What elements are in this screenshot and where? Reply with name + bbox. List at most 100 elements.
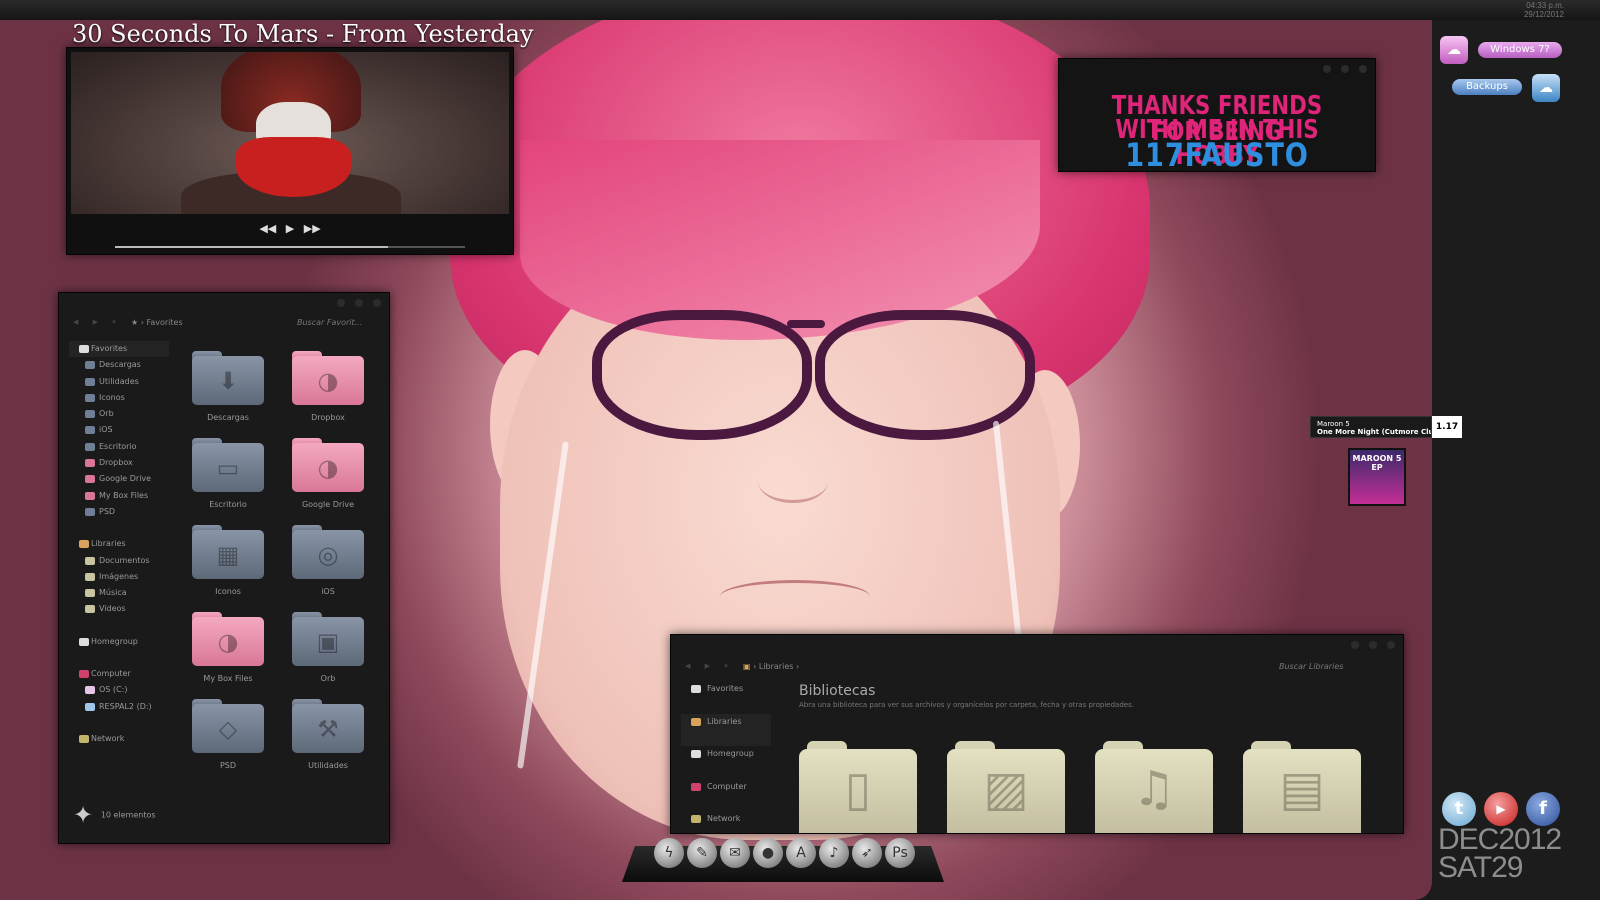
- windows-button[interactable]: Windows 7?: [1478, 42, 1562, 58]
- maximize-icon[interactable]: [1341, 65, 1349, 73]
- maximize-icon[interactable]: [355, 299, 363, 307]
- address-bar[interactable]: ◀ ▶ ▾ ★ › Favorites Buscar Favorit...: [69, 315, 379, 331]
- sidebar-item-libraries[interactable]: Libraries: [69, 536, 169, 552]
- sidebar-item[interactable]: Dropbox: [69, 455, 169, 471]
- house-icon: [691, 750, 701, 758]
- sidebar-item[interactable]: Utilidades: [69, 374, 169, 390]
- picture-icon: ▨: [983, 761, 1029, 817]
- sidebar-item[interactable]: PSD: [69, 504, 169, 520]
- sidebar-item-libraries[interactable]: Libraries: [681, 713, 771, 746]
- play-icon[interactable]: ▶: [286, 222, 294, 235]
- address-path[interactable]: ▣ › Libraries ›: [743, 662, 799, 671]
- banner-author: 117FAUSTO: [1125, 136, 1309, 174]
- album-art[interactable]: MAROON 5 EP: [1348, 448, 1406, 506]
- now-playing-track: One More Night (Cutmore Club: [1317, 428, 1432, 436]
- folder-ios[interactable]: ◎ iOS: [283, 525, 373, 605]
- nav-arrows-icon[interactable]: ◀ ▶ ▾: [73, 318, 122, 326]
- folder-my-box-files[interactable]: ◑ My Box Files: [183, 612, 273, 692]
- search-input[interactable]: Buscar Favorit...: [297, 315, 379, 331]
- folder-icon: ⚒: [292, 699, 364, 753]
- close-icon[interactable]: [373, 299, 381, 307]
- library-icon: ▣: [743, 662, 751, 671]
- minimize-icon[interactable]: [1351, 641, 1359, 649]
- seek-bar[interactable]: [115, 246, 465, 248]
- sidebar-item[interactable]: Videos: [69, 601, 169, 617]
- folder-escritorio[interactable]: ▭ Escritorio: [183, 438, 273, 518]
- mail-icon[interactable]: ✉: [720, 838, 750, 868]
- sidebar-item[interactable]: Descargas: [69, 357, 169, 373]
- sidebar-item[interactable]: Música: [69, 585, 169, 601]
- swirl-icon: ◑: [317, 454, 339, 482]
- lightning-icon[interactable]: ϟ: [654, 838, 684, 868]
- sidebar-item[interactable]: My Box Files: [69, 488, 169, 504]
- folder-icon: [85, 556, 95, 565]
- house-icon: [79, 637, 89, 646]
- seek-bar-fill: [115, 246, 388, 248]
- sidebar-item[interactable]: Google Drive: [69, 471, 169, 487]
- library-documents[interactable]: ▯: [799, 741, 917, 833]
- photoshop-icon[interactable]: Ps: [885, 838, 915, 868]
- network-icon: [79, 734, 89, 743]
- search-input[interactable]: Buscar Libraries: [1279, 659, 1389, 675]
- video-frame[interactable]: [71, 52, 509, 214]
- sidebar-item[interactable]: Imágenes: [69, 569, 169, 585]
- right-panel: [1432, 20, 1600, 900]
- maximize-icon[interactable]: [1369, 641, 1377, 649]
- cloud-icon[interactable]: ☁: [1440, 36, 1468, 64]
- explorer-favorites-window: ◀ ▶ ▾ ★ › Favorites Buscar Favorit... Fa…: [58, 292, 390, 844]
- facebook-icon[interactable]: f: [1526, 792, 1560, 826]
- folder-descargas[interactable]: ⬇ Descargas: [183, 351, 273, 431]
- sidebar-item-favorites[interactable]: Favorites: [681, 681, 771, 714]
- star-icon: [691, 685, 701, 693]
- rocket-icon[interactable]: ➶: [852, 838, 882, 868]
- folder-dropbox[interactable]: ◑ Dropbox: [283, 351, 373, 431]
- youtube-icon[interactable]: ▶: [1484, 792, 1518, 826]
- system-clock[interactable]: 04:33 p.m. 29/12/2012: [1524, 1, 1564, 19]
- now-playing[interactable]: Maroon 5 One More Night (Cutmore Club: [1310, 416, 1432, 438]
- rewind-icon[interactable]: ◀◀: [259, 222, 276, 235]
- sidebar-item[interactable]: Orb: [69, 406, 169, 422]
- pen-icon[interactable]: ✎: [687, 838, 717, 868]
- sidebar-item-network[interactable]: Network: [69, 731, 169, 747]
- sidebar-item-favorites[interactable]: Favorites: [69, 341, 169, 358]
- clock-time: 04:33 p.m.: [1526, 1, 1564, 10]
- folder-iconos[interactable]: ▦ Iconos: [183, 525, 273, 605]
- folder-utilidades[interactable]: ⚒ Utilidades: [283, 699, 373, 779]
- wallpaper-glasses-right: [815, 310, 1035, 440]
- folder-psd[interactable]: ◇ PSD: [183, 699, 273, 779]
- sidebar-item-homegroup[interactable]: Homegroup: [681, 746, 771, 779]
- sidebar-item-computer[interactable]: Computer: [69, 666, 169, 682]
- folder-icon: [85, 572, 95, 581]
- library-music[interactable]: ♫: [1095, 741, 1213, 833]
- computer-icon: [79, 670, 89, 679]
- sidebar-item[interactable]: iOS: [69, 422, 169, 438]
- navigation-pane: Favorites Descargas Utilidades Iconos Or…: [69, 341, 169, 747]
- swirl-icon: ◑: [317, 367, 339, 395]
- close-icon[interactable]: [1359, 65, 1367, 73]
- chat-icon[interactable]: ●: [753, 838, 783, 868]
- sidebar-item-computer[interactable]: Computer: [681, 779, 771, 812]
- address-bar[interactable]: ◀ ▶ ▾ ▣ › Libraries › Buscar Libraries: [681, 659, 1389, 675]
- close-icon[interactable]: [1387, 641, 1395, 649]
- backups-button[interactable]: Backups: [1452, 79, 1522, 95]
- minimize-icon[interactable]: [337, 299, 345, 307]
- minimize-icon[interactable]: [1323, 65, 1331, 73]
- twitter-icon[interactable]: t: [1442, 792, 1476, 826]
- music-icon[interactable]: ♪: [819, 838, 849, 868]
- sidebar-item[interactable]: Iconos: [69, 390, 169, 406]
- folder-orb[interactable]: ▣ Orb: [283, 612, 373, 692]
- app-store-icon[interactable]: A: [786, 838, 816, 868]
- sidebar-item[interactable]: Escritorio: [69, 439, 169, 455]
- library-videos[interactable]: ▤: [1243, 741, 1361, 833]
- cloud-icon[interactable]: ☁: [1532, 74, 1560, 102]
- sidebar-item[interactable]: OS (C:): [69, 682, 169, 698]
- sidebar-item[interactable]: RESPAL2 (D:): [69, 699, 169, 715]
- sidebar-item-homegroup[interactable]: Homegroup: [69, 634, 169, 650]
- film-icon: ▤: [1279, 761, 1325, 817]
- library-pictures[interactable]: ▨: [947, 741, 1065, 833]
- sidebar-item[interactable]: Documentos: [69, 553, 169, 569]
- address-path[interactable]: ★ › Favorites: [131, 318, 183, 327]
- nav-arrows-icon[interactable]: ◀ ▶ ▾: [685, 662, 734, 670]
- folder-google-drive[interactable]: ◑ Google Drive: [283, 438, 373, 518]
- forward-icon[interactable]: ▶▶: [304, 222, 321, 235]
